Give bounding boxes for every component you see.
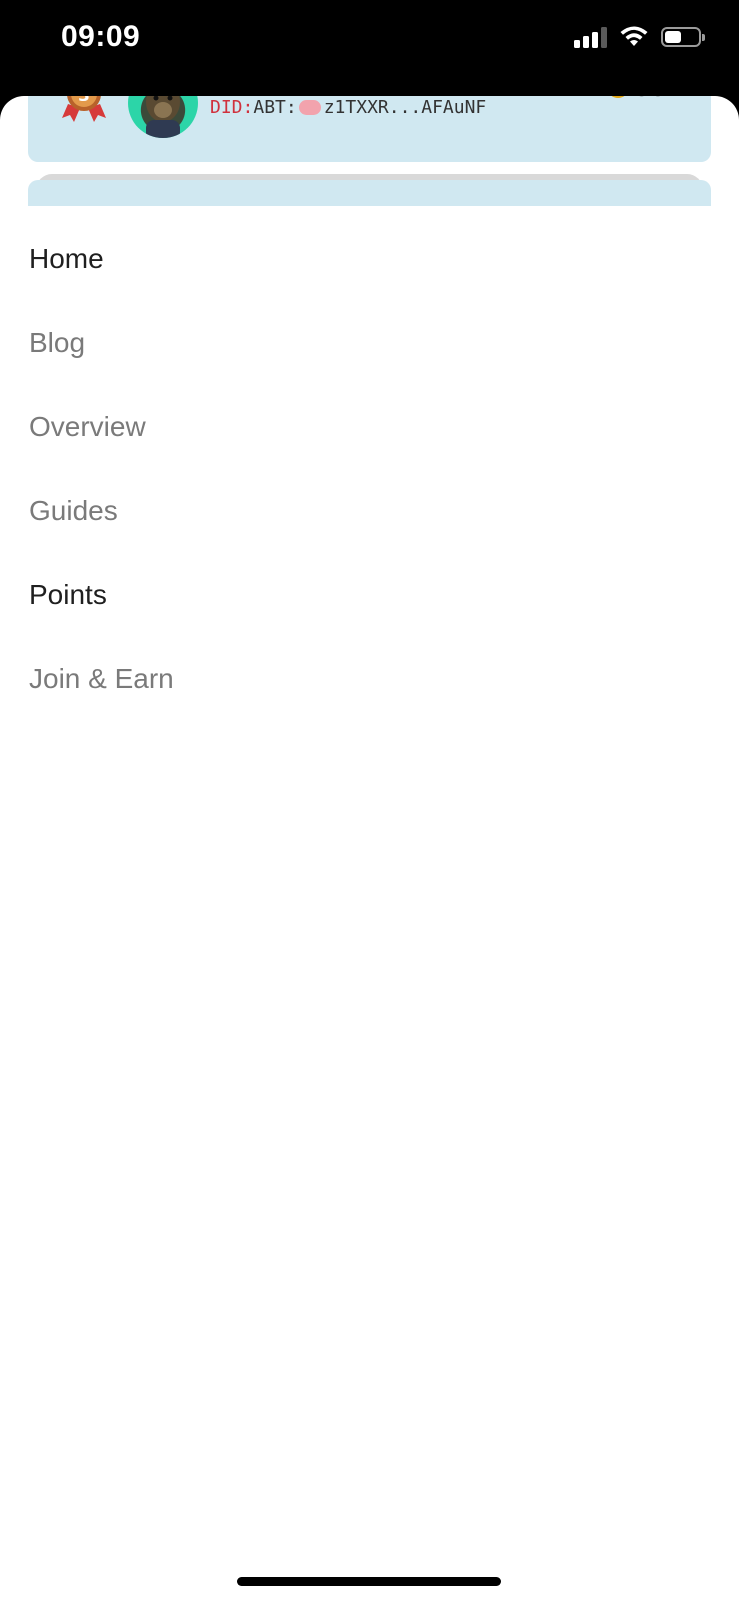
- cellular-signal-icon: [574, 26, 607, 48]
- points-value: 602: [633, 96, 683, 104]
- status-icons: [574, 26, 705, 48]
- rank-number: 3: [78, 96, 90, 106]
- menu-item-guides[interactable]: Guides: [29, 494, 118, 528]
- battery-fill: [665, 31, 681, 43]
- menu-item-home[interactable]: Home: [29, 242, 104, 276]
- status-bar: 09:09: [0, 0, 739, 96]
- did-avatar-icon: [298, 100, 321, 115]
- wifi-icon: [620, 26, 648, 46]
- menu-item-blog[interactable]: Blog: [29, 326, 85, 360]
- secondary-card-peek: [28, 180, 711, 206]
- did-address[interactable]: DID:ABT: z1TXXR...AFAuNF: [210, 97, 486, 118]
- did-value: ABT:: [253, 97, 297, 118]
- did-suffix: z1TXXR...AFAuNF: [323, 97, 487, 118]
- menu-item-join-earn[interactable]: Join & Earn: [29, 662, 174, 696]
- status-time: 09:09: [61, 20, 141, 53]
- home-indicator: [237, 1577, 501, 1586]
- menu-item-points[interactable]: Points: [29, 578, 107, 612]
- coins-icon: [606, 96, 629, 98]
- battery-icon: [661, 27, 705, 47]
- menu-item-overview[interactable]: Overview: [29, 410, 146, 444]
- rank-medal-icon: 3: [62, 96, 106, 122]
- avatar[interactable]: [128, 96, 198, 138]
- did-prefix: DID:: [210, 97, 254, 118]
- avatar-image: [146, 96, 180, 138]
- menu-sheet: 3 DID:ABT:z1TXXR...AFAuNF 602 Home Blog …: [0, 96, 739, 1600]
- profile-card[interactable]: 3 DID:ABT: z1TXXR...AFAuNF 602: [28, 96, 711, 162]
- points-display[interactable]: 602: [606, 96, 683, 104]
